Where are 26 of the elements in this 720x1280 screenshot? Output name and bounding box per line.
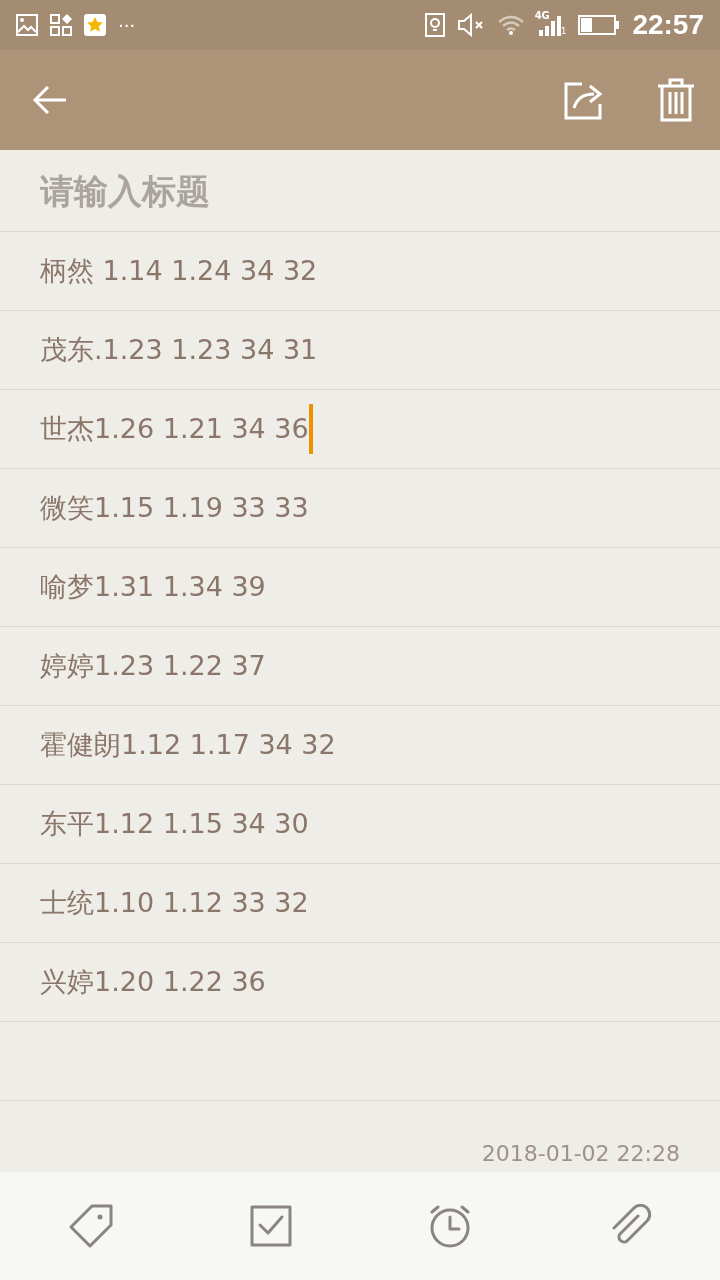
note-line: 士统1.10 1.12 33 32 (40, 886, 309, 920)
checkbox-button[interactable] (250, 1205, 292, 1247)
battery-icon (578, 15, 621, 35)
note-line: 东平1.12 1.15 34 30 (40, 807, 309, 841)
star-app-icon (84, 14, 106, 36)
note-line: 微笑1.15 1.19 33 33 (40, 491, 309, 525)
more-indicator: ··· (118, 14, 136, 36)
note-line: 世杰1.26 1.21 34 36 (40, 412, 309, 446)
tag-button[interactable] (68, 1203, 114, 1249)
note-line: 茂东.1.23 1.23 34 31 (40, 333, 318, 367)
note-line: 婷婷1.23 1.22 37 (40, 649, 266, 683)
wifi-icon (496, 14, 525, 36)
note-line: 霍健朗1.12 1.17 34 32 (40, 728, 336, 762)
delete-button[interactable] (656, 78, 696, 122)
clock-time: 22:57 (632, 9, 704, 41)
apps-icon (50, 14, 72, 36)
note-timestamp: 2018-01-02 22:28 (481, 1141, 680, 1166)
note-line: 兴婷1.20 1.22 36 (40, 965, 266, 999)
note-line: 柄然 1.14 1.24 34 32 (40, 254, 318, 288)
sim-label: 1 (560, 26, 567, 36)
note-line: 喻梦1.31 1.34 39 (40, 570, 266, 604)
mute-icon (456, 13, 485, 37)
network-label: 4G (534, 10, 550, 21)
image-icon (16, 14, 38, 36)
alarm-button[interactable] (428, 1204, 472, 1248)
title-field[interactable]: 请输入标题 (40, 170, 680, 211)
